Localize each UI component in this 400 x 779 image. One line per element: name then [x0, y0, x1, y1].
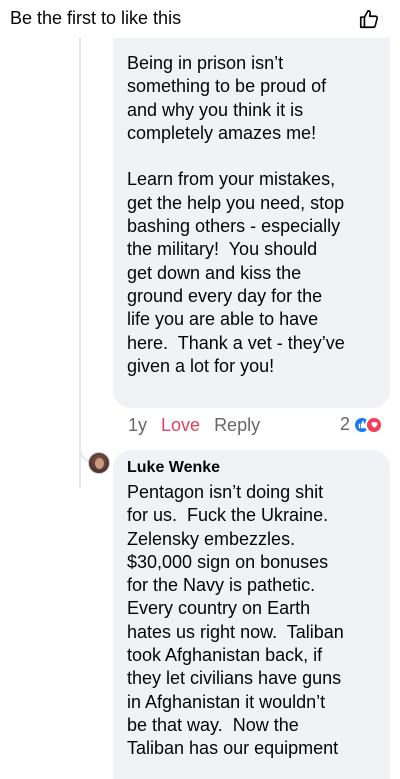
comment-bubble[interactable]: Luke Wenke Pentagon isn’t doing shit for… [113, 450, 390, 779]
likes-header: Be the first to like this [0, 0, 400, 38]
comment-bubble[interactable]: Being in prison isn’t something to be pr… [113, 38, 390, 408]
comment-text: Pentagon isn’t doing shit for us. Fuck t… [127, 482, 344, 759]
likes-summary[interactable]: Be the first to like this [10, 8, 181, 29]
comment-actions: 1y Love Reply [128, 415, 260, 436]
reaction-icons [353, 415, 384, 434]
comment-thread: Be the first to like this Being in priso… [0, 0, 400, 779]
reaction-count: 2 [340, 414, 351, 434]
reaction-summary[interactable]: 2 [340, 414, 384, 435]
comment-text: Being in prison isn’t something to be pr… [127, 53, 345, 376]
like-button[interactable] [356, 6, 382, 32]
avatar[interactable] [88, 452, 110, 474]
thread-line [79, 38, 81, 488]
thumbs-up-outline-icon [359, 9, 379, 29]
comment-timestamp[interactable]: 1y [128, 415, 147, 436]
love-reaction-icon [365, 415, 384, 434]
reply-button[interactable]: Reply [214, 415, 260, 436]
love-reaction-button[interactable]: Love [161, 415, 200, 436]
comment-author[interactable]: Luke Wenke [127, 458, 376, 478]
